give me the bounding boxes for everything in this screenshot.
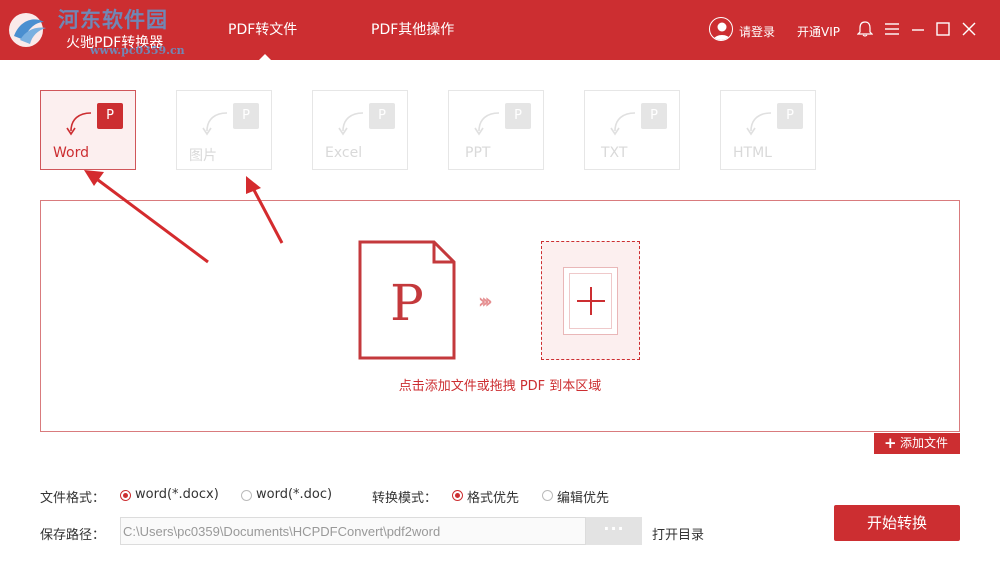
convert-arrow-icon: [474, 112, 500, 136]
file-format-label: 文件格式：: [40, 491, 106, 506]
save-path-input[interactable]: [120, 517, 586, 545]
maximize-icon[interactable]: [935, 21, 951, 37]
watermark-url: www.pc0359.cn: [90, 44, 185, 57]
watermark-text: 河东软件园: [58, 7, 168, 32]
format-label: PPT: [465, 145, 491, 161]
tab-pdf-other[interactable]: PDF其他操作: [371, 19, 454, 39]
radio-edit-priority-label[interactable]: 编辑优先: [557, 487, 609, 506]
radio-docx-label[interactable]: word(*.docx): [135, 487, 219, 502]
radio-docx[interactable]: [120, 490, 131, 501]
open-directory-link[interactable]: 打开目录: [652, 524, 704, 543]
login-link[interactable]: 请登录: [739, 23, 775, 40]
pdf-badge-icon: P: [233, 103, 259, 129]
pdf-badge-icon: P: [97, 103, 123, 129]
plus-icon-vertical: [590, 287, 592, 315]
radio-format-priority-label[interactable]: 格式优先: [467, 487, 519, 506]
format-label: Excel: [325, 145, 363, 161]
format-label: HTML: [733, 145, 772, 161]
browse-button[interactable]: ···: [586, 517, 642, 545]
radio-doc[interactable]: [241, 490, 252, 501]
minimize-icon[interactable]: [910, 21, 926, 37]
radio-edit-priority[interactable]: [542, 490, 553, 501]
drop-hint: 点击添加文件或拖拽 PDF 到本区域: [398, 379, 602, 394]
add-file-button[interactable]: + 添加文件: [874, 433, 960, 454]
format-label: 图片: [189, 148, 217, 164]
pdf-doc-letter: P: [390, 274, 424, 332]
user-icon[interactable]: [709, 17, 733, 41]
add-file-label: 添加文件: [900, 436, 949, 450]
title-bar: 火驰PDF转换器 河东软件园 www.pc0359.cn PDF转文件 PDF其…: [0, 0, 1000, 60]
skin-icon[interactable]: [857, 21, 873, 37]
file-drop-zone[interactable]: P ››› 点击添加文件或拖拽 PDF 到本区域: [40, 200, 960, 432]
format-label: Word: [53, 145, 89, 161]
convert-mode-label: 转换模式：: [372, 491, 438, 506]
format-card-ppt[interactable]: P PPT: [448, 90, 544, 170]
app-window: 火驰PDF转换器 河东软件园 www.pc0359.cn PDF转文件 PDF其…: [0, 0, 1000, 580]
radio-format-priority[interactable]: [452, 490, 463, 501]
convert-arrow-icon: [746, 112, 772, 136]
convert-arrow-icon: [202, 112, 228, 136]
start-convert-button[interactable]: 开始转换: [834, 505, 960, 541]
close-icon[interactable]: [961, 21, 977, 37]
add-file-page-inner: [569, 273, 612, 329]
pdf-badge-icon: P: [641, 103, 667, 129]
save-path-label: 保存路径：: [40, 528, 106, 543]
format-card-html[interactable]: P HTML: [720, 90, 816, 170]
add-file-box[interactable]: [541, 241, 640, 360]
active-tab-indicator: [259, 54, 271, 60]
format-card-excel[interactable]: P Excel: [312, 90, 408, 170]
pdf-badge-icon: P: [369, 103, 395, 129]
menu-icon[interactable]: [884, 21, 900, 37]
convert-arrow-icon: [610, 112, 636, 136]
format-card-word[interactable]: P Word: [40, 90, 136, 170]
pdf-document-icon: P: [358, 240, 456, 360]
convert-arrow-icon: [338, 112, 364, 136]
pdf-badge-icon: P: [505, 103, 531, 129]
format-label: TXT: [601, 145, 628, 161]
format-card-txt[interactable]: P TXT: [584, 90, 680, 170]
app-logo-icon: [9, 13, 46, 47]
add-icon: +: [884, 434, 897, 452]
pdf-badge-icon: P: [777, 103, 803, 129]
vip-link[interactable]: 开通VIP: [797, 23, 840, 40]
tab-pdf-to-file[interactable]: PDF转文件: [228, 19, 297, 39]
convert-arrow-icon: [66, 112, 92, 136]
chevrons-icon: ›››: [478, 289, 493, 313]
radio-doc-label[interactable]: word(*.doc): [256, 487, 332, 502]
add-file-page: [563, 267, 618, 335]
format-card-image[interactable]: P 图片: [176, 90, 272, 170]
